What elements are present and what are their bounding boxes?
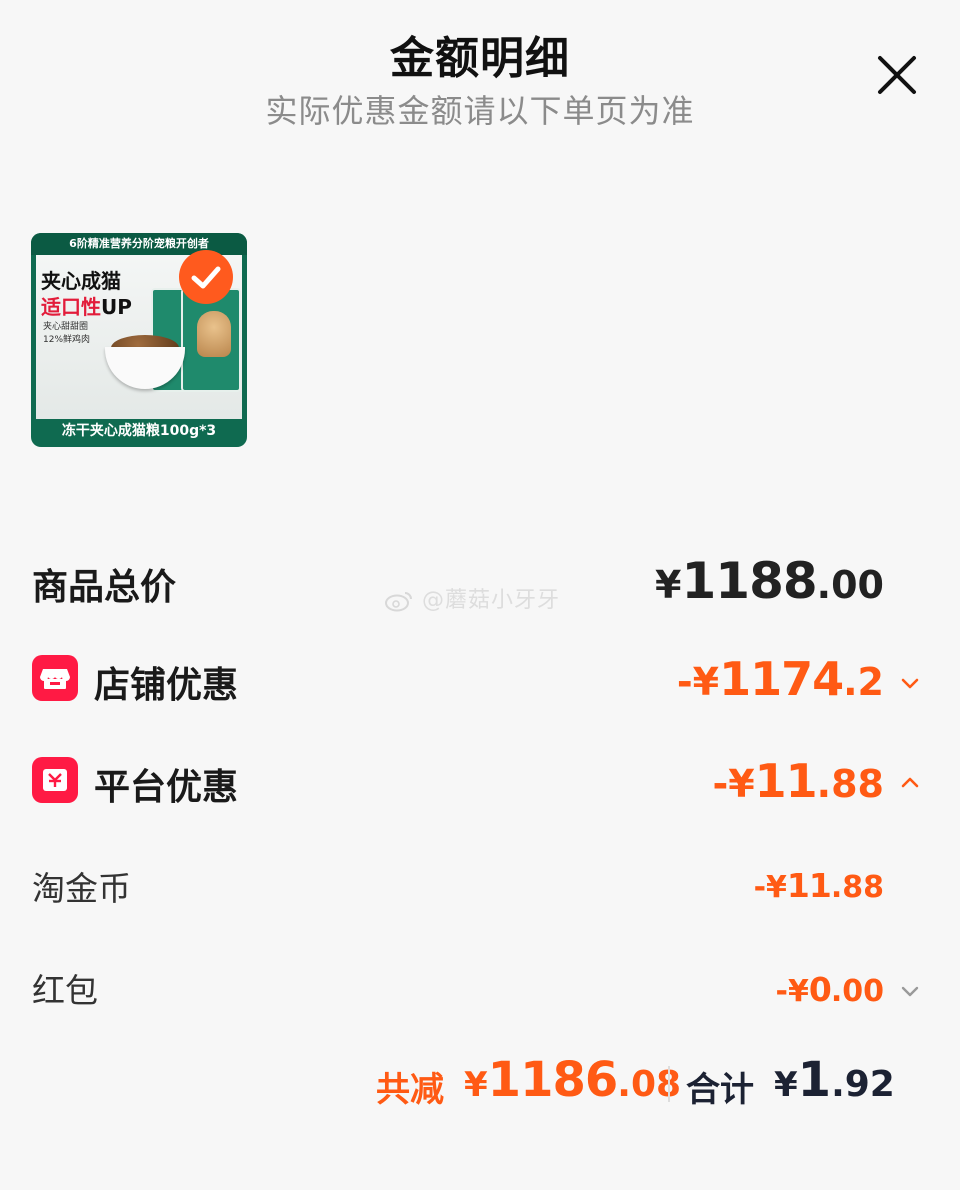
- thumb-headline-2-text: 适口性: [41, 295, 101, 319]
- thumb-headline: 夹心成猫: [41, 269, 121, 293]
- selected-checkbox[interactable]: [179, 250, 233, 304]
- page-title: 金额明细: [390, 33, 570, 84]
- shop-discount-int: 1174: [719, 652, 844, 706]
- grand-total-dec: .92: [831, 1064, 895, 1105]
- platform-discount-amount: -¥11.88: [712, 754, 884, 808]
- total-reduction-int: 1186: [487, 1052, 619, 1108]
- red-packet-amount: -¥0.00: [776, 970, 884, 1009]
- shop-discount-label: 店铺优惠: [94, 665, 239, 706]
- thumb-headline-2: 适口性UP: [41, 291, 132, 320]
- thumb-feature-1: 夹心甜甜圈: [43, 322, 89, 332]
- shop-discount-dec: .2: [843, 660, 884, 704]
- total-price-currency: ¥: [655, 563, 682, 607]
- total-reduction-amount: ¥1186.08: [464, 1052, 681, 1108]
- page-subtitle: 实际优惠金额请以下单页为准: [265, 92, 695, 130]
- thumb-headline-2-suffix: UP: [101, 295, 132, 319]
- platform-discount-int: 11: [754, 754, 818, 808]
- close-button[interactable]: [872, 52, 922, 98]
- total-price-int: 1188: [681, 552, 818, 610]
- check-icon: [191, 266, 221, 289]
- total-reduction-currency: ¥: [464, 1065, 488, 1105]
- total-reduction-dec: .08: [617, 1064, 682, 1105]
- summary-bar: 共减 ¥1186.08 合计 ¥1.92: [0, 1048, 960, 1118]
- grand-total-amount: ¥1.92: [774, 1052, 895, 1108]
- taojinbi-label: 淘金币: [32, 869, 131, 908]
- chevron-down-icon[interactable]: [898, 676, 922, 692]
- taojinbi-dec: .88: [830, 870, 884, 905]
- grand-total-int: 1: [797, 1052, 832, 1108]
- close-icon: [878, 56, 916, 94]
- thumb-bottom-text: 冻干夹心成猫粮100g*3: [36, 419, 242, 443]
- chevron-down-icon[interactable]: [898, 984, 922, 1000]
- red-packet-label: 红包: [32, 971, 98, 1010]
- taojinbi-int: 11: [786, 866, 832, 905]
- platform-discount-dec: .88: [816, 762, 884, 806]
- shop-discount-amount: -¥1174.2: [677, 652, 884, 706]
- red-packet-row[interactable]: 红包 -¥0.00: [0, 962, 960, 1012]
- total-price-amount: ¥1188.00: [655, 552, 884, 610]
- red-packet-int: 0: [808, 970, 832, 1009]
- taojinbi-prefix: -¥: [753, 870, 787, 905]
- total-price-label: 商品总价: [32, 567, 177, 608]
- summary-divider: [668, 1066, 670, 1102]
- taojinbi-row: 淘金币 -¥11.88: [0, 860, 960, 910]
- thumb-feature-2: 12%鲜鸡肉: [43, 335, 91, 345]
- total-price-dec: .00: [816, 563, 884, 607]
- platform-discount-row[interactable]: 平台优惠 -¥11.88: [0, 754, 960, 814]
- red-packet-prefix: -¥: [775, 974, 809, 1009]
- total-reduction-label: 共减: [376, 1070, 444, 1110]
- header: 金额明细 实际优惠金额请以下单页为准: [0, 0, 960, 150]
- shop-icon: [32, 655, 78, 701]
- shop-discount-row[interactable]: 店铺优惠 -¥1174.2: [0, 652, 960, 712]
- red-packet-dec: .00: [830, 974, 884, 1009]
- shop-discount-prefix: -¥: [676, 660, 720, 704]
- platform-discount-label: 平台优惠: [94, 767, 239, 808]
- grand-total-label: 合计: [686, 1070, 754, 1110]
- platform-coupon-icon: [32, 757, 78, 803]
- total-price-row: 商品总价 ¥1188.00: [0, 552, 960, 612]
- cat-image: [197, 311, 231, 357]
- grand-total-currency: ¥: [774, 1065, 798, 1105]
- taojinbi-amount: -¥11.88: [754, 866, 884, 905]
- platform-discount-prefix: -¥: [712, 762, 755, 806]
- chevron-up-icon[interactable]: [898, 774, 922, 790]
